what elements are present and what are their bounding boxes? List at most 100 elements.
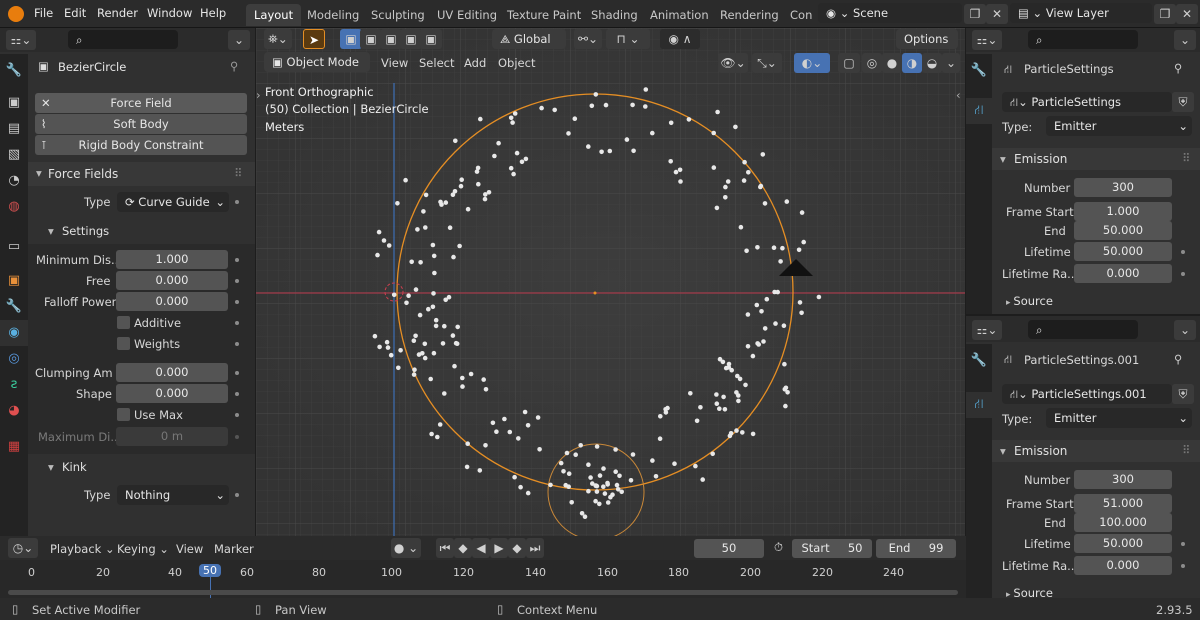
menu-render[interactable]: Render <box>97 6 138 20</box>
right-b-lifetime-random-key-icon[interactable] <box>1181 564 1185 568</box>
view-layer-close-icon[interactable]: ✕ <box>1176 4 1198 24</box>
overlay-icon[interactable]: ◐⌄ <box>794 53 830 73</box>
clumping-key-icon[interactable] <box>235 371 239 375</box>
right-b-lifetime-random-field[interactable]: 0.000 <box>1074 556 1172 575</box>
sidebar-toggle-right-icon[interactable]: ‹ <box>956 88 961 102</box>
play-icon[interactable]: ▶ <box>490 538 508 558</box>
falloff-power-field[interactable]: 0.000 <box>116 292 228 311</box>
menu-edit[interactable]: Edit <box>64 6 86 20</box>
right-b-particles-tab-icon[interactable]: ⛙ <box>966 392 992 418</box>
keyframe-dot-icon[interactable] <box>235 200 239 204</box>
viewport-menu-select[interactable]: Select <box>419 56 454 70</box>
tab-rendering[interactable]: Rendering <box>712 4 787 26</box>
right-b-datablock-select[interactable]: ⛙⌄ ParticleSettings.001 <box>1002 384 1172 404</box>
xray-icon[interactable]: ▢ <box>838 53 860 73</box>
right-a-editor-type-icon[interactable]: ⚏⌄ <box>972 30 1002 50</box>
constraints-tab-icon[interactable]: ◎ <box>0 346 28 372</box>
collection-tab-icon[interactable]: ▭ <box>0 234 28 260</box>
pin-icon[interactable]: ⚲ <box>230 59 238 73</box>
world-tab-icon[interactable]: ◍ <box>0 194 28 220</box>
right-a-lifetime-key-icon[interactable] <box>1181 250 1185 254</box>
tab-modeling[interactable]: Modeling <box>299 4 367 26</box>
menu-window[interactable]: Window <box>147 6 192 20</box>
jump-start-icon[interactable]: ⏮ <box>436 538 454 558</box>
min-distance-field[interactable]: 1.000 <box>116 250 228 269</box>
select-tool-icon[interactable]: ➤ <box>303 29 325 49</box>
right-b-type-select[interactable]: Emitter ⌄ <box>1046 408 1192 428</box>
right-b-number-field[interactable]: 300 <box>1074 470 1172 489</box>
play-reverse-icon[interactable]: ◀ <box>472 538 490 558</box>
viewport-menu-add[interactable]: Add <box>464 56 486 70</box>
right-b-options-icon[interactable]: ⌄ <box>1174 320 1196 340</box>
right-b-emission-header[interactable]: ▾ Emission ⠿ <box>992 440 1200 462</box>
right-a-tool-tab-icon[interactable]: 🔧 <box>966 58 992 84</box>
timeline-menu-keying[interactable]: Keying ⌄ <box>117 542 169 556</box>
shading-material-icon[interactable]: ◑ <box>902 53 922 73</box>
kink-type-select[interactable]: Nothing ⌄ <box>117 485 229 505</box>
use-max-key-icon[interactable] <box>235 413 239 417</box>
right-a-lifetime-random-key-icon[interactable] <box>1181 272 1185 276</box>
weights-key-icon[interactable] <box>235 342 239 346</box>
min-distance-key-icon[interactable] <box>235 258 239 262</box>
force-type-select[interactable]: ⟳ Curve Guide ⌄ <box>117 192 229 212</box>
right-a-end-field[interactable]: 50.000 <box>1074 221 1172 240</box>
editor-type-3d-icon[interactable]: ⛯⌄ <box>264 29 292 49</box>
blender-logo-icon[interactable] <box>8 6 24 22</box>
stopwatch-icon[interactable]: ⏱ <box>774 540 783 555</box>
right-a-search-input[interactable]: ⌕ <box>1028 30 1138 49</box>
pivot-point-icon[interactable]: ⚯⌄ <box>574 29 602 49</box>
kink-key-icon[interactable] <box>235 493 239 497</box>
select-mode-extend-icon[interactable]: ▣ <box>360 29 382 49</box>
scene-close-icon[interactable]: ✕ <box>986 4 1008 24</box>
sidebar-toggle-left-icon[interactable]: › <box>256 88 261 102</box>
tab-sculpting[interactable]: Sculpting <box>363 4 433 26</box>
select-mode-new-icon[interactable]: ▣ <box>340 29 362 49</box>
drag-handle-icon[interactable]: ⠿ <box>234 166 242 180</box>
shape-field[interactable]: 0.000 <box>116 384 228 403</box>
data-tab-icon[interactable]: ƨ <box>0 372 28 398</box>
record-icon[interactable]: ● ⌄ <box>391 538 421 558</box>
right-a-number-field[interactable]: 300 <box>1074 178 1172 197</box>
tab-shading[interactable]: Shading <box>583 4 646 26</box>
additive-key-icon[interactable] <box>235 321 239 325</box>
right-a-frame-start-field[interactable]: 1.000 <box>1074 202 1172 221</box>
timeline-editor-type-icon[interactable]: ◷⌄ <box>8 538 38 558</box>
view-layer-selector[interactable]: ▤ ⌄ View Layer <box>1010 3 1152 23</box>
right-b-frame-start-field[interactable]: 51.000 <box>1074 494 1172 513</box>
force-fields-header[interactable]: ▾ Force Fields ⠿ <box>28 162 255 186</box>
frame-start-field[interactable]: Start 50 <box>792 539 872 558</box>
shading-solid-icon[interactable]: ● <box>882 53 902 73</box>
menu-help[interactable]: Help <box>200 6 226 20</box>
right-a-pin-icon[interactable]: ⚲ <box>1174 61 1182 75</box>
use-max-checkbox[interactable] <box>117 408 130 421</box>
frame-end-field[interactable]: End 99 <box>876 539 956 558</box>
output-tab-icon[interactable]: ▤ <box>0 116 28 142</box>
jump-end-icon[interactable]: ⏭ <box>526 538 544 558</box>
right-a-particles-tab-icon[interactable]: ⛙ <box>966 98 992 124</box>
weights-checkbox[interactable] <box>117 337 130 350</box>
right-a-type-select[interactable]: Emitter ⌄ <box>1046 116 1192 136</box>
next-keyframe-icon[interactable]: ◆ <box>508 538 526 558</box>
right-b-emission-drag-icon[interactable]: ⠿ <box>1182 443 1190 457</box>
modifier-tab-icon[interactable]: 🔧 <box>0 294 28 320</box>
visibility-eye-icon[interactable]: 👁⌄ <box>718 53 748 73</box>
right-b-search-input[interactable]: ⌕ <box>1028 320 1138 339</box>
view-layer-tab-icon[interactable]: ▧ <box>0 142 28 168</box>
right-b-lifetime-field[interactable]: 50.000 <box>1074 534 1172 553</box>
viewport-menu-object[interactable]: Object <box>498 56 535 70</box>
prev-keyframe-icon[interactable]: ◆ <box>454 538 472 558</box>
settings-subheader[interactable]: ▾ Settings <box>28 220 255 242</box>
tab-compositing[interactable]: Con <box>782 4 820 26</box>
render-tab-icon[interactable]: ▣ <box>0 90 28 116</box>
3d-viewport[interactable]: ⛯⌄ ➤ ▣ ▣ ▣ ▣ ▣ ⟁ Global ⚯⌄ ⊓ ⌄ ◉ ∧ Optio… <box>256 28 965 536</box>
right-a-options-icon[interactable]: ⌄ <box>1174 30 1196 50</box>
scene-tab-icon[interactable]: ◔ <box>0 168 28 194</box>
properties-search-input[interactable]: ⌕ <box>68 30 178 49</box>
scene-copy-icon[interactable]: ❐ <box>964 4 986 24</box>
right-b-shield-icon[interactable]: ⛨ <box>1172 384 1194 404</box>
shading-options-icon[interactable]: ⌄ <box>942 53 960 73</box>
shape-key-icon[interactable] <box>235 392 239 396</box>
right-a-lifetime-field[interactable]: 50.000 <box>1074 242 1172 261</box>
proportional-edit-icon[interactable]: ◉ ∧ <box>660 29 700 49</box>
right-b-tool-tab-icon[interactable]: 🔧 <box>966 348 992 374</box>
